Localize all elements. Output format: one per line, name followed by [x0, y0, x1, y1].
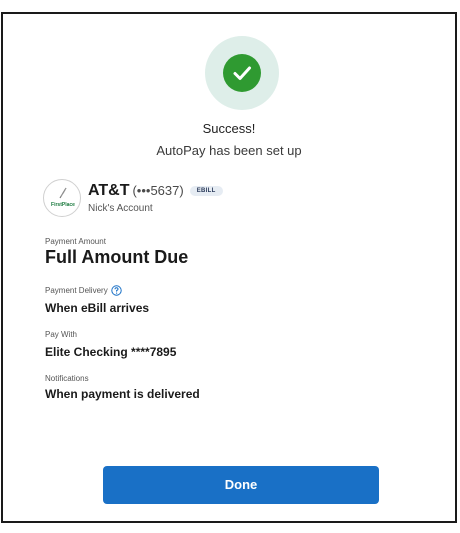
success-halo — [205, 36, 279, 110]
success-subtitle: AutoPay has been set up — [156, 143, 302, 158]
biller-logo: FirstPlace — [43, 179, 81, 217]
question-circle-icon[interactable] — [110, 285, 122, 296]
notifications-label: Notifications — [45, 374, 89, 383]
payment-delivery-value: When eBill arrives — [45, 301, 150, 315]
biller-header: AT&T (•••5637) EBILL — [88, 182, 223, 200]
pay-with-label: Pay With — [45, 330, 78, 339]
notifications-value: When payment is delivered — [45, 387, 200, 401]
autopay-confirmation-panel: Success! AutoPay has been set up FirstPl… — [1, 12, 457, 523]
payment-delivery-label-row: Payment Delivery — [45, 285, 122, 296]
biller-name: AT&T — [88, 182, 130, 199]
leaf-icon — [59, 187, 67, 199]
payment-delivery-label: Payment Delivery — [45, 286, 108, 295]
biller-nickname: Nick's Account — [88, 203, 153, 214]
payment-amount-label: Payment Amount — [45, 237, 106, 246]
payment-amount-value: Full Amount Due — [45, 247, 189, 267]
biller-account-mask: (•••5637) — [132, 183, 184, 198]
done-button[interactable]: Done — [103, 466, 379, 504]
biller-logo-text: FirstPlace — [51, 202, 75, 208]
pay-with-value: Elite Checking ****7895 — [45, 345, 177, 359]
success-title: Success! — [202, 121, 256, 136]
checkmark-circle-icon — [223, 54, 261, 92]
ebill-badge: EBILL — [189, 186, 223, 196]
